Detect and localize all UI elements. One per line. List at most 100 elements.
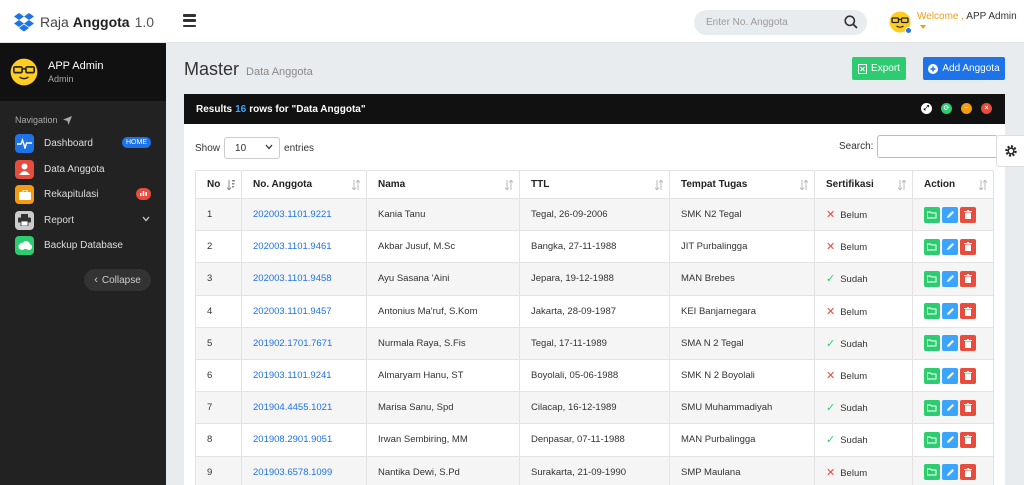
search-input[interactable]: Enter No. Anggota — [694, 10, 867, 35]
cell-sertifikasi: ✓ Sudah — [814, 391, 913, 425]
sidebar-item-report[interactable]: Report — [0, 208, 166, 234]
settings-toggle[interactable] — [996, 135, 1024, 167]
sidebar-item-dashboard[interactable]: Dashboard HOME — [0, 131, 166, 157]
folder-open-icon[interactable] — [924, 303, 940, 320]
user-menu[interactable]: Welcome , APP Admin — [889, 11, 1024, 34]
pencil-icon[interactable] — [942, 464, 958, 481]
pencil-icon[interactable] — [942, 431, 958, 448]
refresh-icon[interactable]: ⟳ — [941, 103, 952, 114]
cell-sertifikasi: ✕ Belum — [814, 455, 913, 485]
sidebar-item-rekapitulasi[interactable]: Rekapitulasi — [0, 182, 166, 208]
user-icon — [15, 159, 34, 179]
export-label: Export — [871, 63, 900, 74]
member-id-link[interactable]: 201903.1101.9241 — [253, 370, 332, 381]
cell-no-anggota: 202003.1101.9461 — [241, 230, 367, 264]
brand[interactable]: Raja Anggota 1.0 — [14, 0, 154, 43]
trash-icon[interactable] — [960, 367, 976, 384]
sidebar-item-label: Dashboard — [44, 138, 93, 150]
trash-icon[interactable] — [960, 464, 976, 481]
menu-toggle-icon[interactable] — [183, 14, 196, 27]
search-icon[interactable] — [844, 15, 858, 29]
folder-open-icon[interactable] — [924, 238, 940, 255]
cert-status: Belum — [840, 242, 868, 254]
nerd-face-icon — [10, 58, 38, 86]
cell-no: 8 — [195, 423, 242, 457]
cell-no: 2 — [195, 230, 242, 264]
folder-open-icon[interactable] — [924, 335, 940, 352]
col-sertifikasi[interactable]: Sertifikasi — [814, 170, 913, 199]
member-id-link[interactable]: 202003.1101.9221 — [253, 209, 332, 220]
check-icon: ✓ — [826, 434, 836, 447]
table-row: 8 201908.2901.9051 Irwan Sembiring, MM Denp… — [195, 423, 994, 457]
trash-icon[interactable] — [960, 206, 976, 223]
pencil-icon[interactable] — [942, 270, 958, 287]
cell-action — [912, 294, 994, 328]
trash-icon[interactable] — [960, 270, 976, 287]
member-id-link[interactable]: 201908.2901.9051 — [253, 434, 332, 445]
dropbox-logo-icon — [14, 12, 34, 31]
cell-ttl: Surakarta, 21-09-1990 — [519, 455, 670, 485]
member-id-link[interactable]: 201902.1701.7671 — [253, 338, 332, 349]
col-tempat-tugas[interactable]: Tempat Tugas — [669, 170, 815, 199]
panel-header: Results 16 rows for "Data Anggota" ⤢ ⟳ −… — [184, 94, 1005, 124]
pencil-icon[interactable] — [942, 238, 958, 255]
trash-icon[interactable] — [960, 399, 976, 416]
member-id-link[interactable]: 202003.1101.9457 — [253, 306, 332, 317]
pencil-icon[interactable] — [942, 367, 958, 384]
member-id-link[interactable]: 202003.1101.9461 — [253, 241, 332, 252]
cell-tempat-tugas: KEI Banjarnegara — [669, 294, 815, 328]
table-header-row: No No. Anggota Nama TTL Tempat Tugas Ser… — [195, 170, 994, 199]
trash-icon[interactable] — [960, 431, 976, 448]
pencil-icon[interactable] — [942, 335, 958, 352]
pencil-icon[interactable] — [942, 206, 958, 223]
table-row: 1 202003.1101.9221 Kania Tanu Tegal, 26-09-… — [195, 197, 994, 232]
folder-open-icon[interactable] — [924, 431, 940, 448]
briefcase-icon — [15, 185, 34, 205]
pencil-icon[interactable] — [942, 303, 958, 320]
cell-action — [912, 455, 994, 485]
results-count: 16 — [235, 103, 247, 115]
main-content: Master Data Anggota Export Add Anggota R… — [166, 43, 1024, 485]
trash-icon[interactable] — [960, 335, 976, 352]
pencil-icon[interactable] — [942, 399, 958, 416]
folder-open-icon[interactable] — [924, 367, 940, 384]
folder-open-icon[interactable] — [924, 270, 940, 287]
cell-nama: Nantika Dewi, S.Pd — [366, 455, 520, 485]
export-button[interactable]: Export — [852, 57, 906, 80]
member-id-link[interactable]: 201903.6578.1099 — [253, 467, 332, 478]
member-id-link[interactable]: 201904.4455.1021 — [253, 402, 332, 413]
collapse-button[interactable]: ‹ Collapse — [84, 269, 151, 291]
cell-action — [912, 262, 994, 296]
sidebar-item-label: Backup Database — [44, 240, 123, 252]
table-row: 2 202003.1101.9461 Akbar Jusuf, M.Sc Bangka… — [195, 230, 994, 264]
col-nama[interactable]: Nama — [366, 170, 520, 199]
cell-sertifikasi: ✕ Belum — [814, 230, 913, 264]
add-anggota-button[interactable]: Add Anggota — [923, 57, 1005, 80]
sort-icon — [979, 180, 987, 190]
folder-open-icon[interactable] — [924, 399, 940, 416]
trash-icon[interactable] — [960, 303, 976, 320]
col-ttl[interactable]: TTL — [519, 170, 670, 199]
file-excel-icon — [858, 63, 868, 74]
col-no-anggota[interactable]: No. Anggota — [241, 170, 367, 199]
cert-status: Belum — [840, 371, 868, 383]
table-search-input[interactable] — [877, 135, 999, 158]
cert-status: Sudah — [840, 435, 868, 447]
brand-bold: Anggota — [72, 13, 130, 30]
col-action[interactable]: Action — [912, 170, 994, 199]
minimize-icon[interactable]: − — [961, 103, 972, 114]
col-no[interactable]: No — [195, 170, 242, 199]
sidebar-item-backup-database[interactable]: Backup Database — [0, 233, 166, 259]
member-id-link[interactable]: 202003.1101.9458 — [253, 273, 332, 284]
cell-no-anggota: 202003.1101.9457 — [241, 294, 367, 328]
sidebar-profile: APP Admin Admin — [0, 43, 166, 101]
close-icon[interactable]: × — [981, 103, 992, 114]
cell-action — [912, 391, 994, 425]
entries-select[interactable]: 10 — [224, 137, 281, 159]
expand-icon[interactable]: ⤢ — [921, 103, 932, 114]
sidebar-item-data-anggota[interactable]: Data Anggota — [0, 157, 166, 183]
entries-control: Show 10 entries — [195, 137, 314, 159]
folder-open-icon[interactable] — [924, 206, 940, 223]
trash-icon[interactable] — [960, 238, 976, 255]
folder-open-icon[interactable] — [924, 464, 940, 481]
